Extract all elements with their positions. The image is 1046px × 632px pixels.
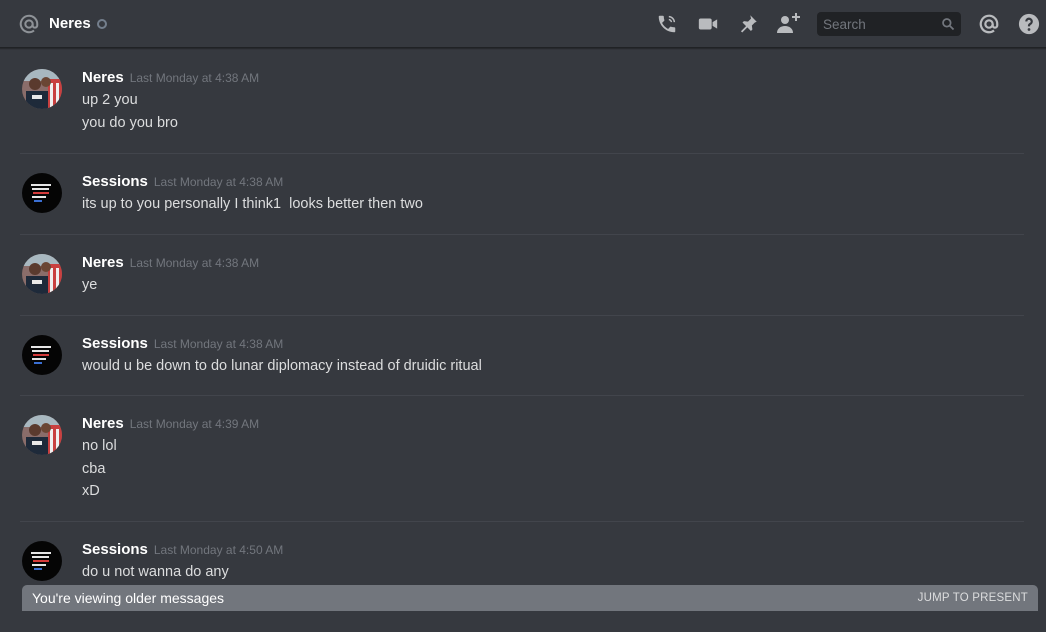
- search-bar[interactable]: [817, 12, 961, 36]
- message-timestamp: Last Monday at 4:50 AM: [153, 543, 284, 557]
- message-text: cba: [82, 460, 106, 477]
- message-group: Neres Last Monday at 4:38 AM up 2 you yo…: [20, 49, 1024, 154]
- channel-header: Neres: [0, 0, 1046, 48]
- magnifier-icon: [941, 17, 955, 31]
- message-text: ye: [82, 277, 98, 293]
- message-timestamp: Last Monday at 4:39 AM: [129, 417, 260, 431]
- message-group: Sessions Last Monday at 4:38 AM would u …: [20, 315, 1024, 396]
- sessions-avatar[interactable]: [22, 173, 62, 213]
- message-list: Neres Last Monday at 4:38 AM up 2 you yo…: [0, 49, 1046, 632]
- message-author[interactable]: Sessions: [82, 541, 148, 558]
- message-author[interactable]: Neres: [82, 254, 124, 271]
- sessions-avatar[interactable]: [22, 541, 62, 581]
- neres-avatar[interactable]: [22, 254, 62, 294]
- message-timestamp: Last Monday at 4:38 AM: [129, 71, 260, 85]
- message-author[interactable]: Neres: [82, 69, 124, 86]
- pin-icon[interactable]: [736, 12, 760, 36]
- neres-avatar[interactable]: [22, 415, 62, 455]
- mentions-icon[interactable]: [977, 12, 1001, 36]
- at-icon: [18, 13, 40, 35]
- message-text: xD: [82, 483, 100, 499]
- message-text: up 2 you: [82, 92, 138, 108]
- status-indicator: [96, 18, 107, 29]
- message-timestamp: Last Monday at 4:38 AM: [153, 175, 284, 189]
- header-toolbar: [655, 0, 1046, 48]
- help-icon[interactable]: [1017, 12, 1041, 36]
- older-messages-bar: You're viewing older messages JUMP TO PR…: [22, 585, 1038, 611]
- add-user-icon[interactable]: [776, 12, 800, 36]
- message-group: Neres Last Monday at 4:39 AM no lol cba …: [20, 395, 1024, 522]
- message-text: no lol: [82, 438, 117, 454]
- message-text: do u not wanna do any: [82, 564, 229, 580]
- message-group: Sessions Last Monday at 4:50 AM do u not…: [20, 521, 1024, 632]
- message-text: its up to you personally I think1 looks …: [82, 196, 423, 212]
- message-timestamp: Last Monday at 4:38 AM: [153, 337, 284, 351]
- message-author[interactable]: Sessions: [82, 173, 148, 190]
- message-timestamp: Last Monday at 4:38 AM: [129, 256, 260, 270]
- message-text: would u be down to do lunar diplomacy in…: [82, 358, 482, 374]
- phone-call-icon[interactable]: [655, 12, 679, 36]
- channel-title: Neres: [49, 15, 91, 32]
- older-messages-text: You're viewing older messages: [32, 590, 225, 606]
- video-camera-icon[interactable]: [696, 12, 720, 36]
- message-group: Sessions Last Monday at 4:38 AM its up t…: [20, 153, 1024, 235]
- message-text: you do you bro: [82, 114, 178, 131]
- neres-avatar[interactable]: [22, 69, 62, 109]
- sessions-avatar[interactable]: [22, 335, 62, 375]
- message-author[interactable]: Neres: [82, 415, 124, 432]
- message-group: Neres Last Monday at 4:38 AM ye: [20, 234, 1024, 316]
- message-author[interactable]: Sessions: [82, 335, 148, 352]
- jump-to-present-button[interactable]: JUMP TO PRESENT: [918, 592, 1028, 604]
- dm-window: Neres Search Neres Last Monday at 4:38 A…: [0, 0, 1046, 632]
- search-input[interactable]: [823, 16, 941, 32]
